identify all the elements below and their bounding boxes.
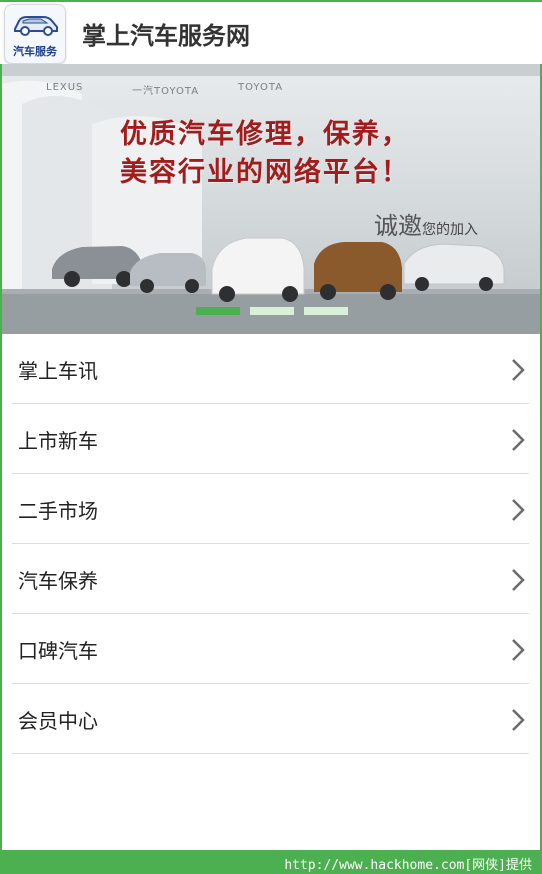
app-header: 汽车服务 掌上汽车服务网 bbox=[0, 0, 542, 64]
chevron-right-icon bbox=[512, 709, 525, 731]
banner-background-illustration bbox=[2, 64, 540, 334]
carousel-dot-1[interactable] bbox=[196, 307, 240, 315]
chevron-right-icon bbox=[512, 639, 525, 661]
app-title: 掌上汽车服务网 bbox=[82, 22, 250, 50]
banner-headline-line2: 美容行业的网络平台！ bbox=[120, 157, 410, 188]
menu-item-label: 汽车保养 bbox=[18, 569, 98, 593]
chevron-right-icon bbox=[512, 569, 525, 591]
chevron-right-icon bbox=[512, 359, 525, 381]
main-menu: 掌上车讯 上市新车 二手市场 汽车保养 口碑汽车 会员中心 bbox=[12, 334, 529, 754]
invite-small-text: 您的加入 bbox=[422, 222, 478, 238]
car-icon bbox=[14, 16, 58, 36]
menu-item-label: 上市新车 bbox=[18, 429, 98, 453]
app-logo[interactable]: 汽车服务 bbox=[4, 4, 66, 64]
banner-headline: 优质汽车修理，保养， 美容行业的网络平台！ bbox=[120, 116, 410, 192]
brand-lexus: LEXUS bbox=[46, 82, 84, 93]
invite-big-text: 诚邀 bbox=[374, 212, 422, 240]
promo-banner[interactable]: LEXUS 一汽TOYOTA TOYOTA 优质汽车修理，保养， 美容行业的网络… bbox=[2, 64, 540, 334]
menu-item-label: 会员中心 bbox=[18, 709, 98, 733]
banner-invite: 诚邀您的加入 bbox=[374, 206, 478, 241]
chevron-right-icon bbox=[512, 499, 525, 521]
menu-item-label: 二手市场 bbox=[18, 499, 98, 523]
menu-item-car-reviews[interactable]: 口碑汽车 bbox=[12, 614, 529, 684]
brand-logos-bar: LEXUS 一汽TOYOTA TOYOTA bbox=[2, 78, 540, 100]
banner-headline-line1: 优质汽车修理，保养， bbox=[120, 119, 410, 150]
menu-item-used-market[interactable]: 二手市场 bbox=[12, 474, 529, 544]
chevron-right-icon bbox=[512, 429, 525, 451]
watermark-link[interactable]: http://www.hackhome.com[网侠]提供 bbox=[284, 854, 532, 873]
menu-item-car-maintenance[interactable]: 汽车保养 bbox=[12, 544, 529, 614]
brand-faw-toyota: 一汽TOYOTA bbox=[132, 86, 200, 97]
carousel-dot-3[interactable] bbox=[304, 307, 348, 315]
brand-toyota: TOYOTA bbox=[238, 82, 284, 93]
menu-item-member-center[interactable]: 会员中心 bbox=[12, 684, 529, 754]
carousel-dot-2[interactable] bbox=[250, 307, 294, 315]
menu-item-label: 掌上车讯 bbox=[18, 359, 98, 383]
menu-item-new-cars[interactable]: 上市新车 bbox=[12, 404, 529, 474]
menu-item-car-news[interactable]: 掌上车讯 bbox=[12, 334, 529, 404]
menu-item-label: 口碑汽车 bbox=[18, 639, 98, 663]
footer-bar: http://www.hackhome.com[网侠]提供 bbox=[0, 850, 542, 874]
logo-text: 汽车服务 bbox=[13, 45, 57, 58]
